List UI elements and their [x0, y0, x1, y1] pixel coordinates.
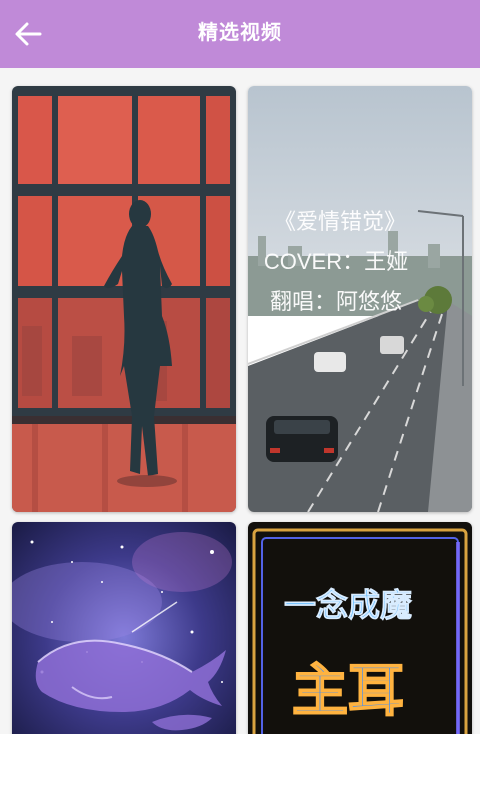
- video-card-neon-sign[interactable]: 一念成魔 主耳: [248, 522, 472, 734]
- page-title: 精选视频: [198, 22, 282, 44]
- app-bar: 精选视频: [0, 0, 480, 68]
- overlay-line-2: COVER：王娅: [264, 249, 408, 274]
- neon-sign-bottom: 主耳: [292, 659, 404, 724]
- overlay-line-3: 翻唱：阿悠悠: [270, 289, 402, 314]
- video-card-galaxy-whale[interactable]: [12, 522, 236, 734]
- overlay-line-1: 《爱情错觉》: [274, 209, 406, 234]
- bottom-area: [0, 734, 480, 800]
- video-thumbnail: [12, 86, 236, 512]
- video-thumbnail: 一念成魔 主耳: [248, 522, 472, 734]
- neon-sign-top: 一念成魔: [284, 586, 412, 624]
- video-grid: 《爱情错觉》 COVER：王娅 翻唱：阿悠悠 一念成魔 主耳: [0, 68, 480, 734]
- video-thumbnail: 《爱情错觉》 COVER：王娅 翻唱：阿悠悠: [248, 86, 472, 512]
- video-card-highway[interactable]: 《爱情错觉》 COVER：王娅 翻唱：阿悠悠: [248, 86, 472, 512]
- video-card-silhouette[interactable]: [12, 86, 236, 512]
- video-thumbnail: [12, 522, 236, 734]
